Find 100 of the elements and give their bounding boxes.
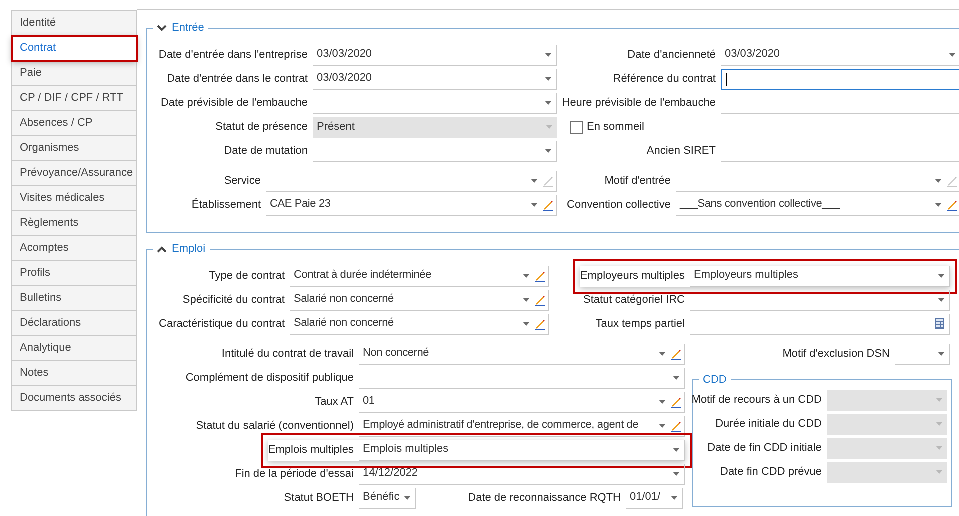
field-label: Date d'ancienneté [628, 48, 716, 63]
dropdown-field: Présent [313, 116, 557, 138]
pencil-icon[interactable] [946, 198, 958, 210]
caret-icon [936, 422, 943, 426]
pencil-icon[interactable] [670, 348, 682, 360]
caret-icon [523, 274, 530, 278]
caret-icon [545, 100, 552, 104]
dropdown-field[interactable]: 03/03/2020 [313, 44, 557, 66]
pencil-icon[interactable] [534, 270, 546, 282]
caret-icon [523, 322, 530, 326]
dropdown-field[interactable]: 14/12/2022 [359, 464, 685, 484]
dropdown-field[interactable] [895, 344, 950, 364]
caret-icon [936, 446, 943, 450]
caret-icon [673, 472, 680, 476]
field-label: Date de reconnaissance RQTH [468, 490, 621, 506]
sidebar-item[interactable]: Paie [12, 61, 137, 86]
field-label: Motif de recours à un CDD [692, 392, 822, 408]
dropdown-field[interactable]: Employeurs multiples [690, 266, 950, 286]
dropdown-field[interactable]: 03/03/2020 [313, 68, 557, 90]
dropdown-field[interactable]: Bénéfic [359, 488, 416, 508]
sidebar-item[interactable]: Absences / CP [12, 111, 137, 136]
field-label: Établissement [192, 198, 261, 213]
sidebar-item[interactable]: Organismes [12, 136, 137, 161]
field-label: Date de fin CDD initiale [708, 440, 822, 456]
text-cursor [726, 72, 727, 86]
sidebar-item[interactable]: Acomptes [12, 236, 137, 261]
caret-icon [936, 470, 943, 474]
caret-icon [671, 496, 678, 500]
dropdown-field[interactable]: Salarié non concerné [290, 290, 549, 310]
dropdown-field[interactable] [359, 368, 685, 388]
calculator-icon[interactable] [935, 318, 944, 329]
dropdown-field[interactable]: Contrat à durée indéterminée [290, 266, 549, 286]
caret-icon [546, 125, 553, 129]
checkbox-label: En sommeil [587, 120, 644, 135]
field-label: Type de contrat [209, 268, 285, 284]
field-label: Date d'entrée dans l'entreprise [158, 48, 308, 63]
field-label: Taux temps partiel [596, 316, 685, 332]
sidebar-item[interactable]: Bulletins [12, 286, 137, 311]
sidebar-item[interactable]: Prévoyance/Assurance [12, 161, 137, 186]
field-label: Complément de dispositif publique [186, 370, 354, 386]
dropdown-field[interactable] [313, 140, 557, 162]
dropdown-field[interactable]: 01/01/ [626, 488, 683, 508]
dropdown-field[interactable] [690, 290, 950, 310]
dropdown-field[interactable]: 01 [359, 392, 685, 412]
dropdown-field[interactable] [266, 170, 557, 192]
field-label: Statut de présence [216, 120, 308, 135]
dropdown-field[interactable]: ___Sans convention collective___ [676, 194, 959, 216]
pencil-icon[interactable] [542, 198, 554, 210]
caret-icon [659, 424, 666, 428]
field-label: Motif d'entrée [604, 174, 671, 189]
caret-icon [531, 178, 538, 182]
pencil-icon[interactable] [670, 420, 682, 432]
dropdown-field[interactable]: Salarié non concerné [290, 314, 549, 334]
pencil-icon[interactable] [534, 318, 546, 330]
sidebar-item[interactable]: Analytique [12, 336, 137, 361]
number-field[interactable] [690, 314, 950, 334]
caret-icon [545, 76, 552, 80]
dropdown-field[interactable]: Employé administratif d'entreprise, de commerce, agent de [359, 416, 685, 436]
dropdown-field[interactable]: 03/03/2020 [721, 44, 959, 66]
field-label: Ancien SIRET [646, 144, 716, 159]
field-label: Intitulé du contrat de travail [222, 346, 354, 362]
caret-icon [938, 274, 945, 278]
chevron-up-icon[interactable] [157, 246, 167, 252]
dropdown-field[interactable]: CAE Paie 23 [266, 194, 557, 216]
caret-icon [545, 52, 552, 56]
dropdown-field[interactable]: Emplois multiples [359, 440, 685, 460]
field-label: Caractéristique du contrat [159, 316, 285, 332]
sidebar-item[interactable]: CP / DIF / CPF / RTT [12, 86, 137, 111]
pencil-icon[interactable] [534, 294, 546, 306]
field-label: Statut du salarié (conventionnel) [196, 418, 354, 434]
dropdown-field[interactable] [313, 92, 557, 114]
caret-icon [659, 400, 666, 404]
caret-icon [404, 496, 411, 500]
field-label: Emplois multiples [268, 442, 354, 458]
field-label: Convention collective [567, 198, 671, 213]
dropdown-field[interactable]: Non concerné [359, 344, 685, 364]
section-title: Emploi [172, 242, 206, 257]
pencil-icon[interactable] [670, 396, 682, 408]
field-label: Service [224, 174, 261, 189]
caret-icon [938, 352, 945, 356]
sidebar-item[interactable]: Déclarations [12, 311, 137, 336]
caret-icon [935, 178, 942, 182]
text-field[interactable] [721, 68, 959, 90]
sidebar-item[interactable]: Profils [12, 261, 137, 286]
sidebar-item[interactable]: Notes [12, 361, 137, 386]
field-label: Référence du contrat [613, 72, 716, 87]
caret-icon [938, 298, 945, 302]
field-label: Date d'entrée dans le contrat [167, 72, 308, 87]
caret-icon [531, 202, 538, 206]
section-title: CDD [703, 374, 727, 386]
chevron-down-icon[interactable] [157, 24, 167, 32]
caret-icon [673, 376, 680, 380]
checkbox[interactable] [570, 120, 583, 134]
caret-icon [659, 352, 666, 356]
sidebar-item[interactable]: Identité [12, 11, 137, 36]
caret-icon [935, 202, 942, 206]
sidebar-item[interactable]: Documents associés [12, 386, 137, 411]
sidebar-item[interactable]: Visites médicales [12, 186, 137, 211]
sidebar-item[interactable]: Règlements [12, 211, 137, 236]
sidebar-item[interactable]: Contrat [12, 36, 137, 61]
